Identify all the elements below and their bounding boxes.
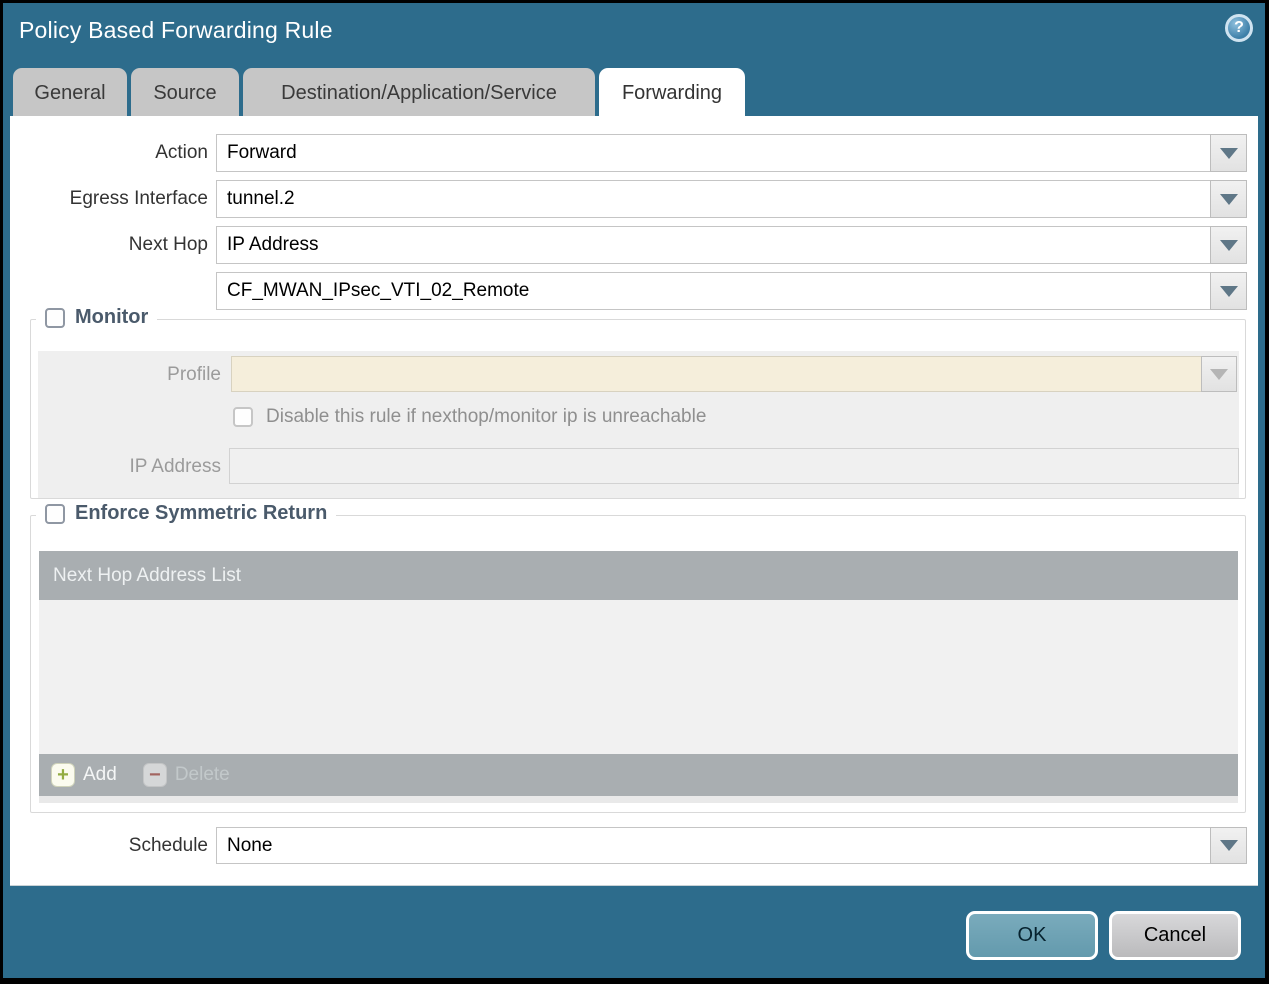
cancel-button[interactable]: Cancel: [1109, 911, 1241, 960]
chevron-down-icon: [1219, 285, 1238, 297]
symmetric-return-legend: Enforce Symmetric Return: [36, 502, 337, 525]
schedule-label: Schedule: [128, 835, 208, 856]
enforce-symmetric-return-checkbox[interactable]: [45, 503, 65, 524]
next-hop-address-list-header: Next Hop Address List: [53, 564, 241, 586]
table-bottom-strip: [39, 796, 1238, 803]
next-hop-address-dropdown-button[interactable]: [1210, 272, 1247, 310]
tab-destination-application-service[interactable]: Destination/Application/Service: [243, 68, 595, 119]
schedule-value: None: [227, 834, 273, 856]
table-footer: + Add − Delete: [39, 754, 1238, 796]
next-hop-select[interactable]: IP Address: [216, 226, 1211, 264]
tab-forwarding-label: Forwarding: [621, 82, 723, 104]
next-hop-value: IP Address: [227, 234, 319, 255]
chevron-down-icon: [1210, 368, 1228, 380]
tab-source[interactable]: Source: [131, 68, 239, 119]
tab-forwarding[interactable]: Forwarding: [599, 68, 745, 119]
disable-rule-checkbox: [233, 407, 253, 427]
action-dropdown-button[interactable]: [1210, 134, 1247, 172]
egress-interface-value: tunnel.2: [227, 188, 295, 209]
delete-button: − Delete: [142, 763, 230, 787]
cancel-button-label: Cancel: [1143, 924, 1207, 946]
egress-interface-dropdown-button[interactable]: [1210, 180, 1247, 218]
tab-general[interactable]: General: [13, 68, 127, 119]
minus-icon: −: [142, 763, 167, 787]
next-hop-address-list-table: Next Hop Address List + Add − Delete: [39, 551, 1238, 803]
table-body[interactable]: [39, 600, 1238, 754]
egress-interface-select[interactable]: tunnel.2: [216, 180, 1211, 218]
monitor-legend: Monitor: [36, 306, 158, 329]
profile-dropdown-button: [1201, 356, 1237, 392]
policy-based-forwarding-rule-dialog: Policy Based Forwarding Rule ? General S…: [3, 3, 1265, 978]
schedule-dropdown-button[interactable]: [1210, 827, 1247, 864]
chevron-down-icon: [1219, 147, 1238, 159]
monitor-ip-address-label: IP Address: [129, 456, 221, 477]
action-select[interactable]: Forward: [216, 134, 1211, 172]
delete-button-label: Delete: [174, 764, 230, 785]
tab-destination-label: Destination/Application/Service: [281, 82, 557, 104]
tab-source-label: Source: [153, 82, 217, 104]
tab-general-label: General: [34, 82, 106, 104]
next-hop-address-value: CF_MWAN_IPsec_VTI_02_Remote: [227, 280, 530, 301]
monitor-checkbox[interactable]: [45, 307, 65, 328]
action-label: Action: [155, 142, 208, 163]
monitor-section: Monitor Profile Disable this rule if nex…: [30, 306, 1246, 499]
help-glyph: ?: [1234, 19, 1244, 36]
help-icon[interactable]: ?: [1225, 14, 1253, 42]
action-value: Forward: [227, 142, 297, 163]
profile-label: Profile: [167, 364, 221, 385]
chevron-down-icon: [1219, 840, 1238, 851]
disable-rule-label: Disable this rule if nexthop/monitor ip …: [266, 406, 707, 427]
dialog-title: Policy Based Forwarding Rule: [19, 17, 333, 43]
symmetric-return-section-title: Enforce Symmetric Return: [75, 502, 328, 524]
monitor-section-title: Monitor: [75, 306, 149, 328]
add-button-label: Add: [83, 764, 117, 785]
forwarding-tab-panel: Action Forward Egress Interface tunnel.2…: [10, 116, 1258, 886]
ok-button[interactable]: OK: [966, 911, 1098, 960]
egress-interface-label: Egress Interface: [69, 188, 208, 209]
plus-icon: +: [51, 763, 75, 787]
monitor-ip-address-input: [229, 448, 1239, 484]
table-header-row: Next Hop Address List: [39, 551, 1238, 600]
ok-button-label: OK: [1017, 924, 1047, 946]
next-hop-address-select[interactable]: CF_MWAN_IPsec_VTI_02_Remote: [216, 272, 1211, 310]
schedule-select[interactable]: None: [216, 827, 1211, 864]
symmetric-return-section: Enforce Symmetric Return Next Hop Addres…: [30, 502, 1246, 813]
chevron-down-icon: [1219, 239, 1238, 251]
next-hop-label: Next Hop: [128, 234, 208, 255]
add-button[interactable]: + Add: [51, 763, 117, 787]
next-hop-dropdown-button[interactable]: [1210, 226, 1247, 264]
profile-select: [231, 356, 1202, 392]
chevron-down-icon: [1219, 193, 1238, 205]
disable-rule-row: Disable this rule if nexthop/monitor ip …: [233, 406, 706, 428]
